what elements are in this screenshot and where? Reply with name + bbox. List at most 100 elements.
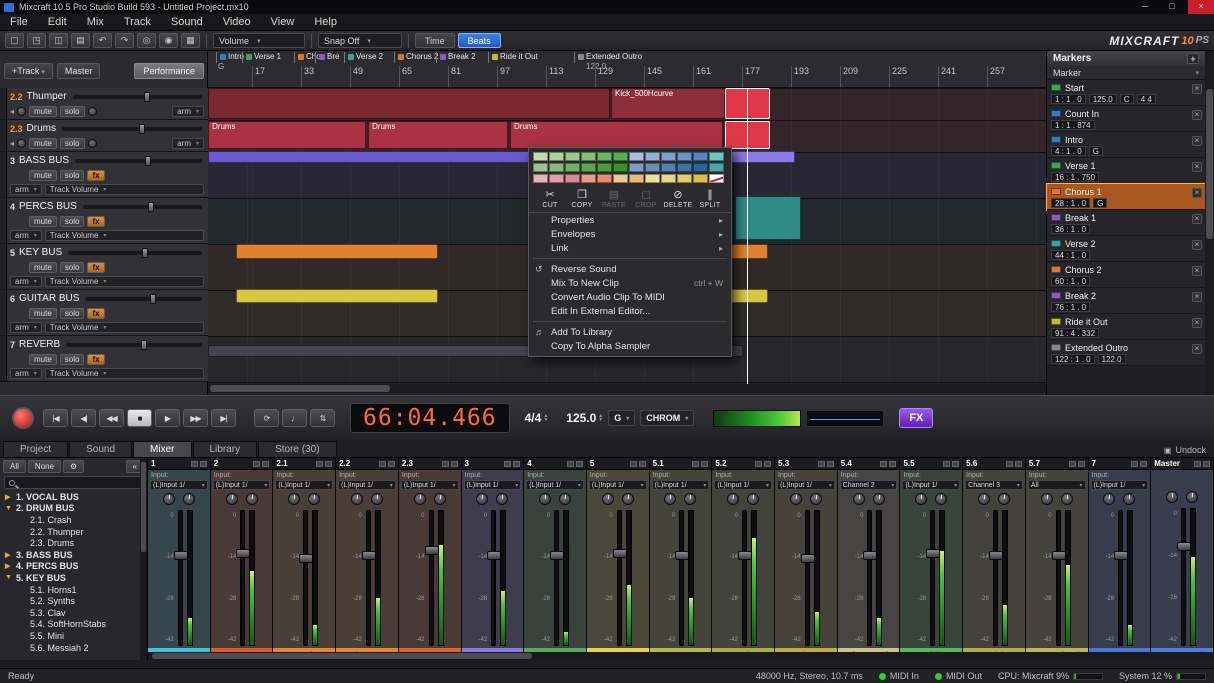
strip-menu-icon[interactable] <box>451 461 458 467</box>
tree-item-2-1-crash[interactable]: 2.1. Crash <box>0 514 147 526</box>
send-knob[interactable] <box>183 493 195 505</box>
pan-knob[interactable] <box>163 493 175 505</box>
track-volume-slider[interactable] <box>75 159 202 163</box>
marker-row-extended-outro[interactable]: Extended Outro122 : 1 . 0122.0× <box>1047 340 1205 366</box>
menu-edit[interactable]: Edit <box>38 15 77 29</box>
menu-item-edit-in-external-editor-[interactable]: Edit In External Editor... <box>529 304 731 318</box>
automation-select[interactable]: Track Volume <box>45 322 204 333</box>
marker-row-break-1[interactable]: Break 136 : 1 . 0× <box>1047 210 1205 236</box>
marker-color-chip[interactable] <box>1051 240 1061 247</box>
mixer-strip-mini[interactable]: 5.5Input:(L)Input 1/0-14-28-42Mini <box>900 458 963 660</box>
input-select[interactable]: (L)Input 1/ <box>589 480 647 490</box>
undock-button[interactable]: ▣ Undock <box>1164 445 1206 457</box>
color-swatch[interactable] <box>613 174 628 183</box>
marker-position-field[interactable]: 16 : 1 . 750 <box>1051 172 1099 182</box>
marker-color-chip[interactable] <box>1051 84 1061 91</box>
volume-fader[interactable] <box>617 510 622 646</box>
menu-sound[interactable]: Sound <box>161 15 213 29</box>
input-select[interactable]: (L)Input 1/ <box>526 480 584 490</box>
mute-button[interactable]: mute <box>29 262 57 273</box>
timeline-ruler[interactable]: IntroVerse 1ChoBreVerse 2Chorus 2Break 2… <box>208 51 1046 88</box>
mixer-strip-thumper[interactable]: 2.2Input:(L)Input 1/0-14-28-42Thumper <box>336 458 399 660</box>
marker-signature-field[interactable]: 4 4 <box>1137 94 1156 104</box>
track-volume-slider[interactable] <box>73 95 202 99</box>
arm-select[interactable]: arm <box>10 322 42 333</box>
input-select[interactable]: (L)Input 1/ <box>150 480 208 490</box>
color-swatch[interactable] <box>629 174 644 183</box>
pan-knob[interactable] <box>539 493 551 505</box>
tree-settings-button[interactable]: ⚙ <box>63 460 84 473</box>
mixer-strip-softhornstabs[interactable]: 5.4Input:Channel 20-14-28-42SoftHornStab… <box>838 458 901 660</box>
track-key-bus[interactable]: 5KEY BUSmutesolofxarmTrack Volume <box>0 244 208 290</box>
export-icon[interactable]: ▤ <box>71 33 90 48</box>
tree-item-2-drum-bus[interactable]: ▼2. DRUM BUS <box>0 503 147 515</box>
strip-menu-icon[interactable] <box>576 461 583 467</box>
input-select[interactable]: (L)Input 1/ <box>213 480 271 490</box>
marker-position-field[interactable]: 4 : 1 . 0 <box>1051 146 1086 156</box>
tab-store-30-[interactable]: Store (30) <box>258 441 336 457</box>
send-knob[interactable] <box>88 107 97 116</box>
playhead[interactable] <box>747 81 748 384</box>
tab-mixer[interactable]: Mixer <box>133 441 191 457</box>
section-marker-verse-2[interactable]: Verse 2 <box>344 52 383 63</box>
delete-marker-button[interactable]: × <box>1192 344 1202 354</box>
menu-track[interactable]: Track <box>114 15 161 29</box>
track-guitar-bus[interactable]: 6GUITAR BUSmutesolofxarmTrack Volume <box>0 290 208 336</box>
mixer-strip-synths[interactable]: 5.2Input:(L)Input 1/0-14-28-42Synths <box>712 458 775 660</box>
mute-button[interactable]: mute <box>29 170 57 181</box>
tree-item-5-key-bus[interactable]: ▼5. KEY BUS <box>0 572 147 584</box>
new-project-icon[interactable]: ▢ <box>5 33 24 48</box>
marker-tempo-field[interactable]: 122.0 <box>1098 354 1126 364</box>
send-knob[interactable] <box>1061 493 1073 505</box>
audio-clip[interactable]: Drums <box>368 121 508 149</box>
automation-select[interactable]: Track Volume <box>45 276 204 287</box>
time-toggle-button[interactable]: Time <box>415 33 455 48</box>
time-signature[interactable]: 4/4▲▼ <box>525 411 549 425</box>
fader-handle[interactable] <box>174 551 188 560</box>
go-to-start-button[interactable]: |◀ <box>43 409 68 427</box>
volume-fader[interactable] <box>805 510 810 646</box>
send-knob[interactable] <box>246 493 258 505</box>
track-volume-slider[interactable] <box>66 343 202 347</box>
solo-button[interactable]: solo <box>60 262 85 273</box>
tree-item-2-2-thumper[interactable]: 2.2. Thumper <box>0 526 147 538</box>
mixer-strip-lounge-lizard-3[interactable]: 5.7Input:All0-14-28-42Lounge Lizard 3 <box>1026 458 1089 660</box>
input-select[interactable]: (L)Input 1/ <box>1091 480 1149 490</box>
pan-knob[interactable] <box>17 107 26 116</box>
tree-item-4-percs-bus[interactable]: ▶4. PERCS BUS <box>0 561 147 573</box>
input-select[interactable]: (L)Input 1/ <box>338 480 396 490</box>
input-select[interactable]: (L)Input 1/ <box>464 480 522 490</box>
volume-mode-select[interactable]: Volume <box>213 33 305 48</box>
performance-button[interactable]: Performance <box>134 63 204 79</box>
fader-handle[interactable] <box>863 551 877 560</box>
solo-button[interactable]: solo <box>60 138 85 149</box>
marker-color-chip[interactable] <box>1051 188 1061 195</box>
delete-marker-button[interactable]: × <box>1192 84 1202 94</box>
volume-fader[interactable] <box>554 510 559 646</box>
volume-fader[interactable] <box>303 510 308 646</box>
automation-select[interactable]: Track Volume <box>45 184 204 195</box>
section-marker-bre[interactable]: Bre <box>315 52 339 63</box>
automation-select[interactable]: Track Volume <box>45 368 204 379</box>
volume-fader[interactable] <box>240 510 245 646</box>
color-swatch[interactable] <box>549 152 564 161</box>
delete-marker-button[interactable]: × <box>1192 136 1202 146</box>
rewind-button[interactable]: ◀◀ <box>99 409 124 427</box>
volume-fader[interactable] <box>429 510 434 646</box>
split-button[interactable]: ∥SPLIT <box>695 188 725 209</box>
color-swatch[interactable] <box>709 163 724 172</box>
marker-row-count-in[interactable]: Count In1 : 1 . 874× <box>1047 106 1205 132</box>
strip-collapse-icon[interactable] <box>1194 461 1201 467</box>
audio-clip[interactable] <box>735 196 801 240</box>
delete-marker-button[interactable]: × <box>1192 292 1202 302</box>
pan-knob[interactable] <box>17 139 26 148</box>
no-color-swatch[interactable] <box>709 174 724 183</box>
input-select[interactable]: (L)Input 1/ <box>275 480 333 490</box>
marker-row-verse-2[interactable]: Verse 244 : 1 . 0× <box>1047 236 1205 262</box>
strip-menu-icon[interactable] <box>1078 461 1085 467</box>
mixer-strip-drums[interactable]: 2.3Input:(L)Input 1/0-14-28-42Drums <box>399 458 462 660</box>
mixer-strip-drum-bus[interactable]: 2Input:(L)Input 1/0-14-28-42DRUM BUS+ <box>211 458 274 660</box>
fader-handle[interactable] <box>1177 542 1191 551</box>
pan-knob[interactable] <box>288 493 300 505</box>
mixer-strip-messiah-2[interactable]: 5.6Input:Channel 30-14-28-42Messiah 2 <box>963 458 1026 660</box>
